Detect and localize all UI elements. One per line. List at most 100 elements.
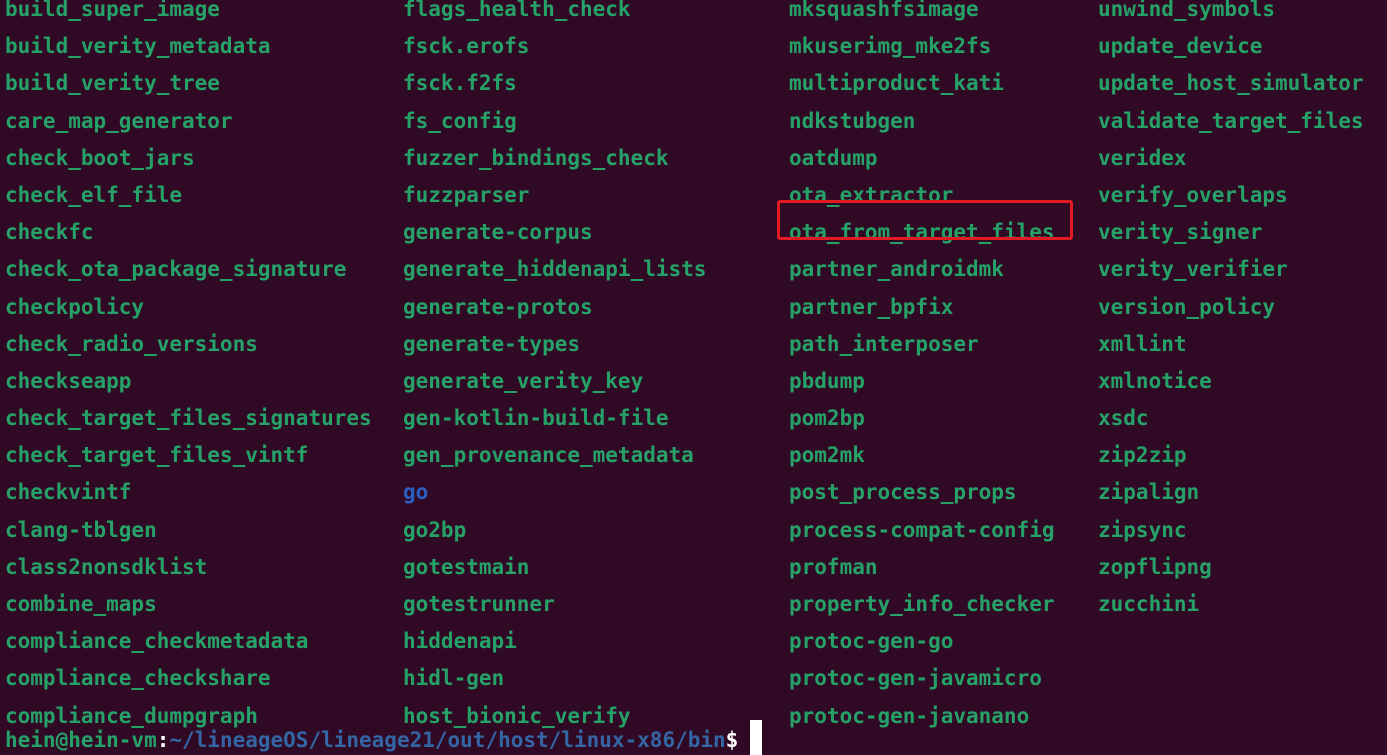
file-entry: build_verity_tree xyxy=(5,71,220,96)
listing-row: check_boot_jars fuzzer_bindings_check oatd… xyxy=(0,140,1387,177)
file-entry: validate_target_files xyxy=(1098,108,1364,133)
listing-row: checkpolicy generate-protos partner_bpfix v… xyxy=(0,289,1387,326)
file-entry: pom2bp xyxy=(789,406,865,431)
file-entry: generate-protos xyxy=(403,294,593,319)
listing-row: check_ota_package_signature generate_hidd… xyxy=(0,251,1387,288)
file-entry: update_host_simulator xyxy=(1098,71,1364,96)
file-entry: checkfc xyxy=(5,220,94,245)
prompt-user-host: hein@hein-vm xyxy=(5,728,157,752)
file-entry: gen_provenance_metadata xyxy=(403,443,694,468)
file-entry: pom2mk xyxy=(789,443,865,468)
file-entry: fs_config xyxy=(403,108,517,133)
file-entry: process-compat-config xyxy=(789,517,1055,542)
file-entry: hidl-gen xyxy=(403,666,505,691)
file-entry: zucchini xyxy=(1098,592,1200,616)
file-entry: check_boot_jars xyxy=(5,145,195,170)
file-entry: verify_overlaps xyxy=(1098,182,1288,207)
file-entry: check_radio_versions xyxy=(5,331,258,356)
file-entry: check_elf_file xyxy=(5,182,183,207)
file-entry: gotestmain xyxy=(403,554,530,579)
file-entry: partner_bpfix xyxy=(789,294,954,319)
prompt-path: ~/lineageOS/lineage21/out/host/linux-x86… xyxy=(169,728,726,752)
file-entry: post_process_props xyxy=(789,480,1017,505)
file-entry: version_policy xyxy=(1098,294,1276,319)
file-entry: go2bp xyxy=(403,517,467,542)
file-entry: fuzzparser xyxy=(403,182,530,207)
prompt-colon: : xyxy=(156,728,170,752)
file-entry: zip2zip xyxy=(1098,443,1187,468)
file-entry: pbdump xyxy=(789,368,865,393)
file-entry: class2nonsdklist xyxy=(5,554,208,579)
file-entry: xmlnotice xyxy=(1098,368,1212,393)
file-entry: xsdc xyxy=(1098,406,1149,431)
directory-entry: go xyxy=(403,480,429,505)
file-entry: protoc-gen-javamicro xyxy=(789,666,1042,691)
text-cursor xyxy=(750,720,763,755)
file-entry: check_target_files_signatures xyxy=(5,406,372,431)
file-entry: protoc-gen-go xyxy=(789,629,954,654)
file-entry: mksquashfsimage xyxy=(789,0,979,21)
file-entry: zipsync xyxy=(1098,517,1187,542)
file-entry: multiproduct_kati xyxy=(789,71,1004,96)
listing-row: compliance_checkmetadata hiddenapi protoc-… xyxy=(0,623,1387,660)
file-entry: checkpolicy xyxy=(5,294,145,319)
file-entry: oatdump xyxy=(789,145,878,170)
file-entry: gotestrunner xyxy=(403,592,555,616)
highlight-box xyxy=(777,200,1073,240)
file-entry: generate_hiddenapi_lists xyxy=(403,257,707,282)
file-entry: care_map_generator xyxy=(5,108,233,133)
listing-row: build_verity_tree fsck.f2fs multiproduct_k… xyxy=(0,65,1387,102)
file-entry: generate-corpus xyxy=(403,220,593,245)
file-entry: fsck.erofs xyxy=(403,34,530,59)
listing-row: combine_maps gotestrunner property_info_ch… xyxy=(0,586,1387,623)
listing-row: check_elf_file fuzzparser ota_extractor ver… xyxy=(0,177,1387,214)
file-entry: update_device xyxy=(1098,34,1263,59)
file-entry: xmllint xyxy=(1098,331,1187,356)
file-entry: generate-types xyxy=(403,331,581,356)
file-entry: checkseapp xyxy=(5,368,132,393)
file-entry: verity_signer xyxy=(1098,220,1263,245)
file-entry: path_interposer xyxy=(789,331,979,356)
listing-row: check_target_files_signatures gen-kotlin-… xyxy=(0,400,1387,437)
file-entry: generate_verity_key xyxy=(403,368,644,393)
listing-row: build_verity_metadata fsck.erofs mkuserimg… xyxy=(0,28,1387,65)
listing-row: checkvintf go post_process_props zipalign xyxy=(0,474,1387,511)
file-entry: hiddenapi xyxy=(403,629,517,654)
listing-row: build_super_image flags_health_check mksqu… xyxy=(0,0,1387,28)
listing-row: care_map_generator fs_config ndkstubgen val… xyxy=(0,103,1387,140)
file-listing: build_super_image flags_health_check mksqu… xyxy=(0,0,1387,735)
file-entry: check_ota_package_signature xyxy=(5,257,347,282)
file-entry: combine_maps xyxy=(5,592,157,616)
listing-row: clang-tblgen go2bp process-compat-config zi… xyxy=(0,512,1387,549)
file-entry: fsck.f2fs xyxy=(403,71,517,96)
file-entry: check_target_files_vintf xyxy=(5,443,309,468)
listing-row: check_target_files_vintf gen_provenance_m… xyxy=(0,437,1387,474)
listing-row: compliance_checkshare hidl-gen protoc-gen-… xyxy=(0,660,1387,697)
file-entry: profman xyxy=(789,554,878,579)
file-entry: veridex xyxy=(1098,145,1187,170)
terminal-window[interactable]: build_super_image flags_health_check mksqu… xyxy=(0,0,1387,755)
prompt-symbol: $ xyxy=(725,728,739,752)
file-entry: protoc-gen-javanano xyxy=(789,703,1030,728)
file-entry: build_verity_metadata xyxy=(5,34,271,59)
file-entry: gen-kotlin-build-file xyxy=(403,406,669,431)
file-entry: property_info_checker xyxy=(789,592,1055,616)
file-entry: partner_androidmk xyxy=(789,257,1004,282)
file-entry: zipalign xyxy=(1098,480,1200,505)
file-entry: fuzzer_bindings_check xyxy=(403,145,669,170)
file-entry: mkuserimg_mke2fs xyxy=(789,34,992,59)
file-entry: compliance_checkshare xyxy=(5,666,271,691)
listing-row: checkseapp generate_verity_key pbdump xmlno… xyxy=(0,363,1387,400)
file-entry: zopflipng xyxy=(1098,554,1212,579)
shell-prompt[interactable]: hein@hein-vm:~/lineageOS/lineage21/out/h… xyxy=(5,720,763,755)
file-entry: checkvintf xyxy=(5,480,132,505)
file-entry: clang-tblgen xyxy=(5,517,157,542)
listing-row: check_radio_versions generate-types path_i… xyxy=(0,326,1387,363)
file-entry: flags_health_check xyxy=(403,0,631,21)
listing-row: class2nonsdklist gotestmain profman zopflip… xyxy=(0,549,1387,586)
listing-row: checkfc generate-corpus ota_from_target_fi… xyxy=(0,214,1387,251)
file-entry: unwind_symbols xyxy=(1098,0,1276,21)
file-entry: verity_verifier xyxy=(1098,257,1288,282)
file-entry: ndkstubgen xyxy=(789,108,916,133)
file-entry: build_super_image xyxy=(5,0,220,21)
